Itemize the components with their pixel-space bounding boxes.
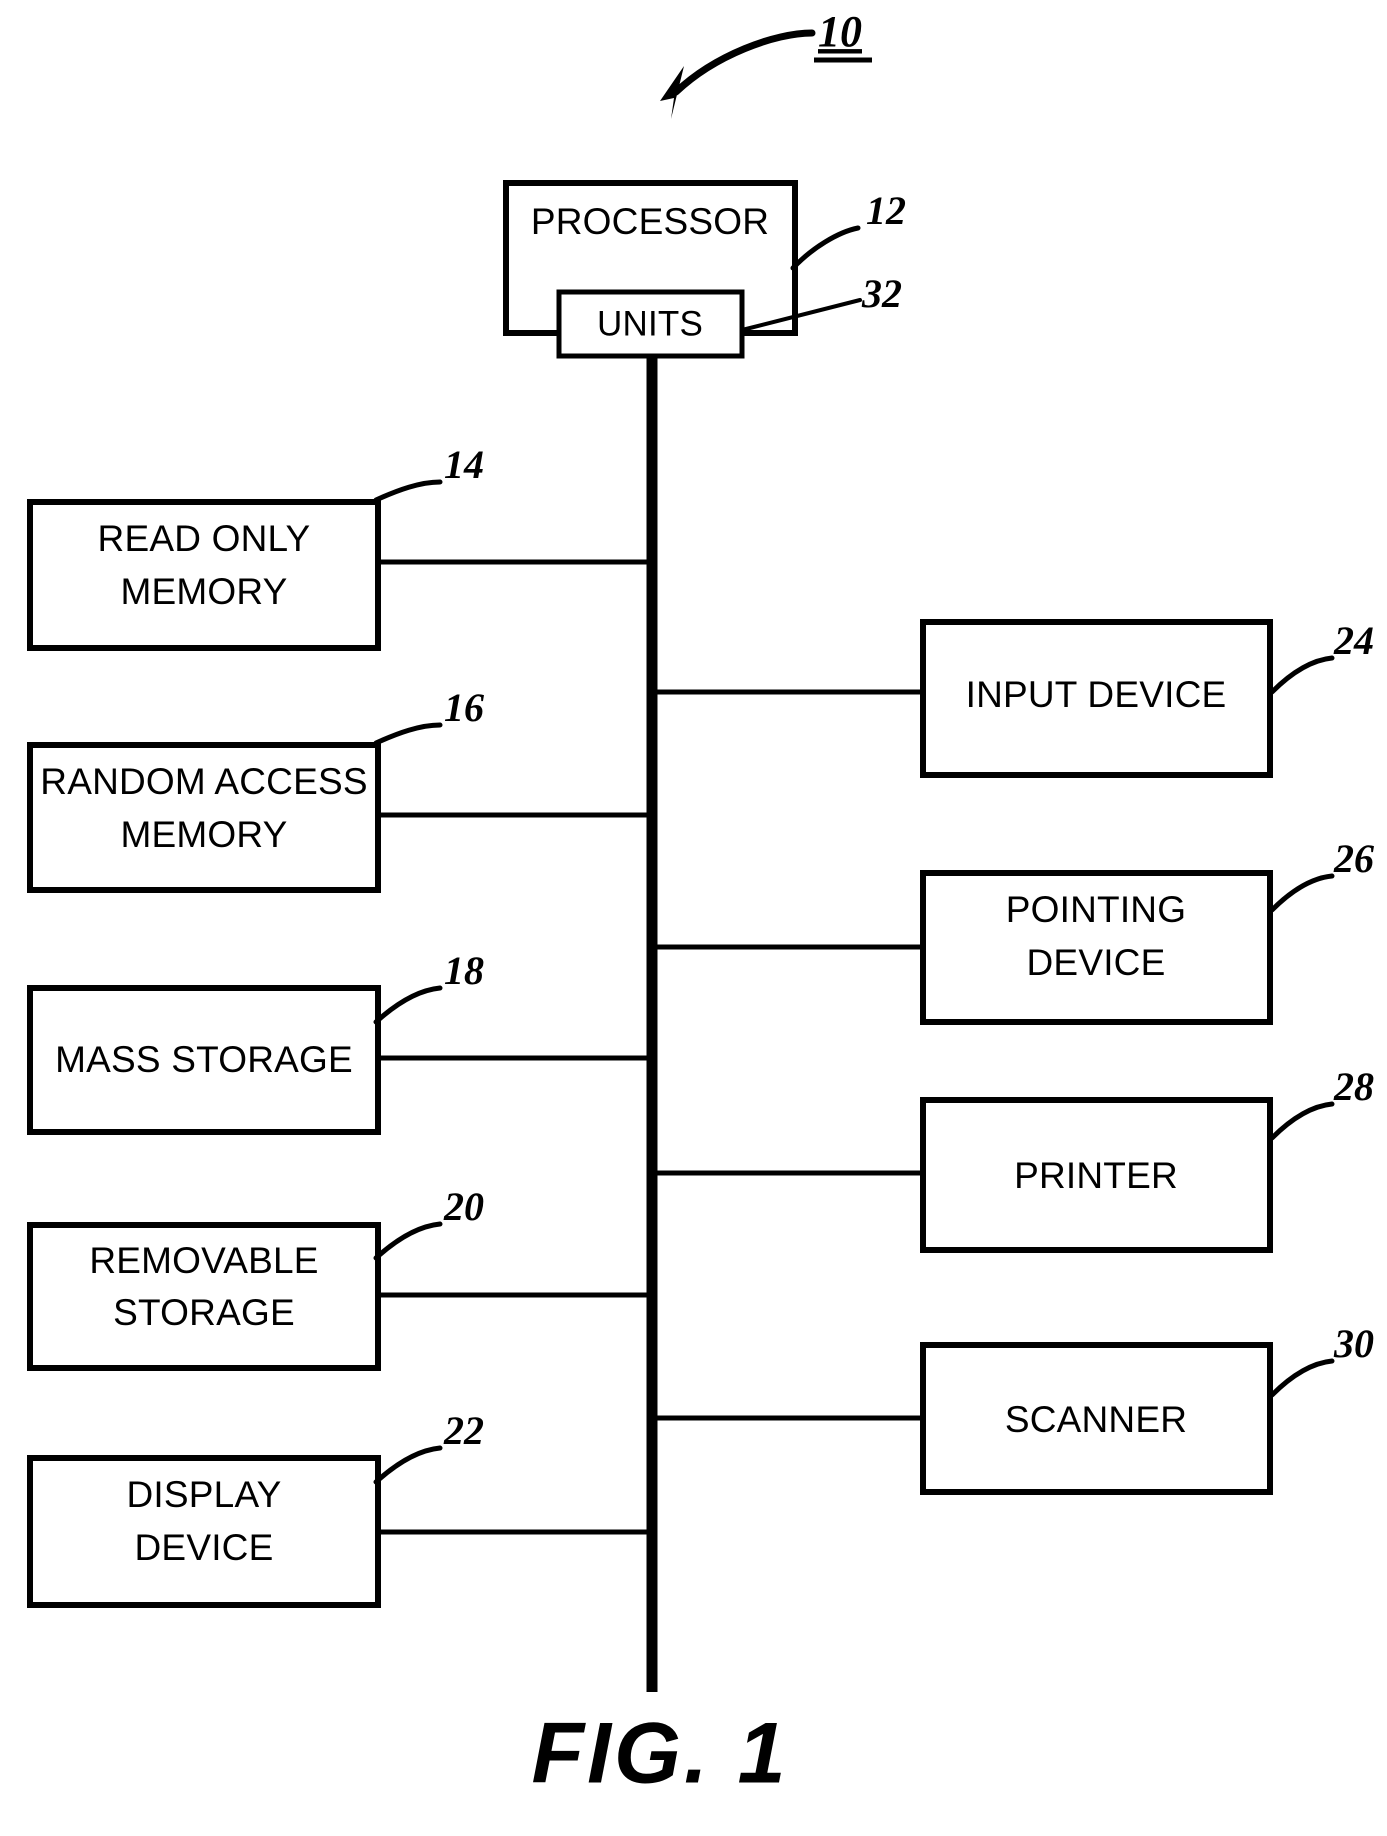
block-display-device[interactable]: DISPLAY DEVICE 22 <box>27 1408 652 1608</box>
block-random-access-memory[interactable]: RANDOM ACCESS MEMORY 16 <box>27 685 652 893</box>
ref-numeral-18: 18 <box>444 948 484 993</box>
random-access-memory-label-line2: MEMORY <box>120 814 287 855</box>
random-access-memory-label-line1: RANDOM ACCESS <box>40 761 367 802</box>
leader-30 <box>1269 1358 1335 1398</box>
units-label: UNITS <box>597 304 703 343</box>
block-mass-storage[interactable]: MASS STORAGE 18 <box>27 948 652 1135</box>
system-leader-curve <box>672 29 816 96</box>
ref-numeral-26: 26 <box>1333 836 1374 881</box>
leader-14 <box>373 479 443 503</box>
mass-storage-label-line1: MASS STORAGE <box>55 1039 353 1080</box>
figure-caption: FIG. 1 <box>532 1706 789 1802</box>
read-only-memory-label-line1: READ ONLY <box>98 518 311 559</box>
input-device-label-line1: INPUT DEVICE <box>966 674 1227 715</box>
ref-numeral-14: 14 <box>444 442 484 487</box>
ref-numeral-30: 30 <box>1333 1321 1374 1366</box>
leader-24 <box>1269 655 1335 695</box>
leader-26 <box>1269 873 1335 913</box>
leader-20 <box>373 1221 443 1261</box>
system-ref-annotation: 10 <box>660 7 872 119</box>
pointing-device-label-line2: DEVICE <box>1027 942 1166 983</box>
removable-storage-label-line2: STORAGE <box>113 1292 295 1333</box>
figure-page: 10 PROCESSOR 12 UNITS 32 READ ONLY MEMOR… <box>0 0 1387 1836</box>
printer-label-line1: PRINTER <box>1014 1155 1178 1196</box>
ref-numeral-20: 20 <box>443 1184 484 1229</box>
pointing-device-label-line1: POINTING <box>1006 889 1186 930</box>
display-device-label-line1: DISPLAY <box>127 1474 282 1515</box>
block-diagram: 10 PROCESSOR 12 UNITS 32 READ ONLY MEMOR… <box>27 7 1374 1802</box>
ref-numeral-28: 28 <box>1333 1064 1374 1109</box>
ref-numeral-32: 32 <box>861 271 902 316</box>
display-device-label-line2: DEVICE <box>135 1527 274 1568</box>
block-scanner[interactable]: SCANNER 30 <box>652 1321 1374 1495</box>
block-read-only-memory[interactable]: READ ONLY MEMORY 14 <box>27 442 652 651</box>
block-removable-storage[interactable]: REMOVABLE STORAGE 20 <box>27 1184 652 1371</box>
ref-numeral-10: 10 <box>818 7 862 56</box>
ref-numeral-12: 12 <box>866 188 906 233</box>
ref-numeral-22: 22 <box>443 1408 484 1453</box>
block-printer[interactable]: PRINTER 28 <box>652 1064 1374 1253</box>
leader-16 <box>373 722 443 746</box>
ref-numeral-16: 16 <box>444 685 484 730</box>
leader-18 <box>373 985 443 1025</box>
block-pointing-device[interactable]: POINTING DEVICE 26 <box>652 836 1374 1025</box>
leader-22 <box>373 1445 443 1485</box>
removable-storage-label-line1: REMOVABLE <box>89 1240 318 1281</box>
ref-numeral-24: 24 <box>1333 618 1374 663</box>
processor-label: PROCESSOR <box>531 201 769 242</box>
scanner-label-line1: SCANNER <box>1005 1399 1187 1440</box>
read-only-memory-label-line2: MEMORY <box>120 571 287 612</box>
block-input-device[interactable]: INPUT DEVICE 24 <box>652 618 1374 778</box>
leader-28 <box>1269 1101 1335 1141</box>
leader-12 <box>790 225 861 271</box>
